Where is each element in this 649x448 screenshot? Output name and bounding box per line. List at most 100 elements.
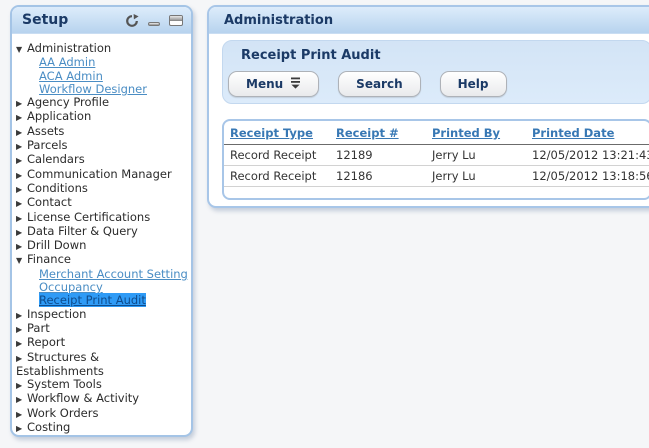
tree-node-label: Calendars <box>27 152 85 166</box>
table-cell: 12/05/2012 13:21:43 <box>526 148 649 162</box>
collapsed-arrow-icon[interactable]: ▶ <box>16 337 26 350</box>
collapsed-arrow-icon[interactable]: ▶ <box>16 169 26 182</box>
column-header-link[interactable]: Printed Date <box>532 126 614 140</box>
tree-link-merchant-account-setting: Merchant Account Setting <box>39 268 189 281</box>
tree-link-aa-admin: AA Admin <box>39 56 189 69</box>
help-button[interactable]: Help <box>440 71 507 97</box>
table-cell: 12/05/2012 13:18:56 <box>526 169 649 183</box>
tree-node-label: Assets <box>27 124 64 138</box>
tree-node-label: Costing <box>27 420 70 434</box>
tree-node-label: Parcels <box>27 138 68 152</box>
search-button-label: Search <box>356 77 402 91</box>
audit-table-panel: Receipt Type Receipt # Printed By Printed D… <box>222 119 649 200</box>
tree-node-label: Communication Manager <box>27 167 172 181</box>
receipt-print-audit-panel: Receipt Print Audit Menu Search <box>222 40 649 104</box>
table-cell: 12186 <box>330 169 426 183</box>
tree-link-label[interactable]: AA Admin <box>39 55 95 69</box>
tree-node-assets[interactable]: ▶Assets <box>16 125 189 139</box>
tree-node-contact[interactable]: ▶Contact <box>16 196 189 210</box>
tree-node-workflow-activity[interactable]: ▶Workflow & Activity <box>16 392 189 406</box>
tree-node-label: Contact <box>27 195 72 209</box>
table-cell: 12189 <box>330 148 426 162</box>
collapsed-arrow-icon[interactable]: ▶ <box>16 111 26 124</box>
collapsed-arrow-icon[interactable]: ▶ <box>16 408 26 421</box>
refresh-icon[interactable] <box>125 13 139 27</box>
tree-node-label: Report <box>27 335 65 349</box>
maximize-icon[interactable] <box>169 15 183 26</box>
tree-node-label: Workflow & Activity <box>27 391 139 405</box>
collapsed-arrow-icon[interactable]: ▶ <box>16 197 26 210</box>
collapsed-arrow-icon[interactable]: ▶ <box>16 352 26 365</box>
tree-node-agency-profile[interactable]: ▶Agency Profile <box>16 96 189 110</box>
tree-link-receipt-print-audit: Receipt Print Audit <box>39 294 189 307</box>
collapsed-arrow-icon[interactable]: ▶ <box>16 126 26 139</box>
collapsed-arrow-icon[interactable]: ▶ <box>16 212 26 225</box>
tree-node-license-certifications[interactable]: ▶License Certifications <box>16 211 189 225</box>
expanded-arrow-icon[interactable]: ▼ <box>16 254 26 267</box>
column-header-receipt: Receipt # <box>330 126 426 140</box>
tree-node-conditions[interactable]: ▶Conditions <box>16 182 189 196</box>
tree-node-drill-down[interactable]: ▶Drill Down <box>16 239 189 253</box>
tree-node-work-orders[interactable]: ▶Work Orders <box>16 407 189 421</box>
administration-panel-header: Administration <box>209 7 649 34</box>
audit-table-body: Record Receipt12189Jerry Lu12/05/2012 13… <box>224 145 649 187</box>
tree-node-part[interactable]: ▶Part <box>16 322 189 336</box>
tree-node-label: Drill Down <box>27 238 86 252</box>
collapsed-arrow-icon[interactable]: ▶ <box>16 154 26 167</box>
window-controls <box>125 13 183 27</box>
tree-node-data-filter-query[interactable]: ▶Data Filter & Query <box>16 225 189 239</box>
tree-node-administration[interactable]: ▼Administration <box>16 42 189 56</box>
table-cell: Record Receipt <box>224 169 330 183</box>
tree-link-label[interactable]: ACA Admin <box>39 69 103 83</box>
collapsed-arrow-icon[interactable]: ▶ <box>16 240 26 253</box>
tree-node-inspection[interactable]: ▶Inspection <box>16 308 189 322</box>
column-header-link[interactable]: Receipt # <box>336 126 399 140</box>
tree-link-label[interactable]: Merchant Account Setting <box>39 267 188 281</box>
table-cell: Record Receipt <box>224 148 330 162</box>
tree-node-time-accounting[interactable]: ▶Time Accounting <box>16 435 189 437</box>
column-header-receipt-type: Receipt Type <box>224 126 330 140</box>
tree-link-label[interactable]: Occupancy <box>39 280 103 294</box>
tree-node-calendars[interactable]: ▶Calendars <box>16 153 189 167</box>
tree-node-label: Administration <box>27 41 111 55</box>
tree-node-costing[interactable]: ▶ Costing <box>16 421 189 435</box>
tree-node-report[interactable]: ▶Report <box>16 336 189 350</box>
tree-node-label: Structures & Establishments <box>16 350 104 378</box>
tree-node-application[interactable]: ▶Application <box>16 110 189 124</box>
column-header-link[interactable]: Receipt Type <box>230 126 313 140</box>
tree-link-workflow-designer: Workflow Designer <box>39 83 189 96</box>
table-cell: Jerry Lu <box>426 169 526 183</box>
collapsed-arrow-icon[interactable]: ▶ <box>16 379 26 392</box>
search-button[interactable]: Search <box>338 71 420 97</box>
collapsed-arrow-icon[interactable]: ▶ <box>16 97 26 110</box>
tree-node-system-tools[interactable]: ▶System Tools <box>16 378 189 392</box>
collapsed-arrow-icon[interactable]: ▶ <box>16 226 26 239</box>
setup-tree: ▼AdministrationAA AdminACA AdminWorkflow… <box>12 34 191 437</box>
table-cell: Jerry Lu <box>426 148 526 162</box>
receipt-print-audit-title: Receipt Print Audit <box>241 48 649 63</box>
tree-node-structures-establishments[interactable]: ▶Structures & Establishments <box>16 351 189 379</box>
tree-node-finance[interactable]: ▼Finance <box>16 253 189 267</box>
menu-button[interactable]: Menu <box>228 71 319 97</box>
tree-link-label[interactable]: Workflow Designer <box>39 82 147 96</box>
tree-node-label: Application <box>27 109 91 123</box>
tree-node-communication-manager[interactable]: ▶Communication Manager <box>16 168 189 182</box>
collapsed-arrow-icon[interactable]: ▶ <box>16 422 26 435</box>
tree-node-parcels[interactable]: ▶Parcels <box>16 139 189 153</box>
collapsed-arrow-icon[interactable]: ▶ <box>16 140 26 153</box>
administration-panel: Administration Receipt Print Audit Menu <box>207 5 649 208</box>
collapsed-arrow-icon[interactable]: ▶ <box>16 393 26 406</box>
collapsed-arrow-icon[interactable]: ▶ <box>16 183 26 196</box>
expanded-arrow-icon[interactable]: ▼ <box>16 43 26 56</box>
tree-node-label: Conditions <box>27 181 88 195</box>
minimize-icon[interactable] <box>148 22 160 26</box>
tree-node-label: Agency Profile <box>27 95 109 109</box>
table-row: Record Receipt12186Jerry Lu12/05/2012 13… <box>224 166 649 187</box>
tree-link-label[interactable]: Receipt Print Audit <box>39 293 146 307</box>
collapsed-arrow-icon[interactable]: ▶ <box>16 436 26 437</box>
collapsed-arrow-icon[interactable]: ▶ <box>16 309 26 322</box>
tree-link-occupancy: Occupancy <box>39 281 189 294</box>
column-header-link[interactable]: Printed By <box>432 126 500 140</box>
setup-title: Setup <box>22 12 125 28</box>
collapsed-arrow-icon[interactable]: ▶ <box>16 323 26 336</box>
